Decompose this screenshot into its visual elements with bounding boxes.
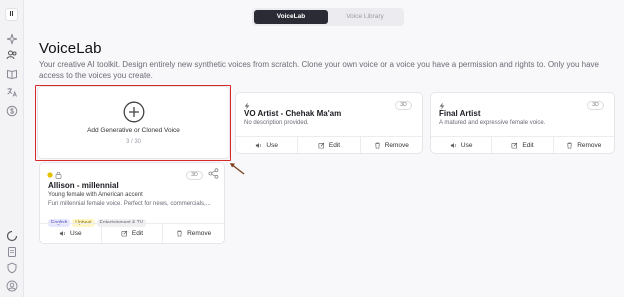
edit-label: Edit — [328, 141, 341, 149]
app-logo[interactable]: II — [5, 8, 18, 21]
use-button[interactable]: Use — [236, 137, 299, 153]
edit-button[interactable]: Edit — [492, 137, 554, 153]
shield-icon[interactable] — [6, 262, 18, 274]
tab-voicelab[interactable]: VoiceLab — [254, 10, 328, 24]
use-button[interactable]: Use — [431, 137, 493, 153]
edit-button[interactable]: Edit — [102, 224, 164, 243]
remove-label: Remove — [384, 141, 409, 149]
dollar-icon[interactable] — [6, 105, 18, 117]
use-label: Use — [70, 230, 82, 237]
use-label: Use — [266, 141, 278, 149]
book-icon[interactable] — [6, 68, 18, 80]
remove-button[interactable]: Remove — [163, 224, 224, 243]
voice-actions: Use Edit Remove — [431, 136, 614, 153]
trash-icon — [177, 230, 182, 237]
voice-card: 3D VO Artist - Chehak Ma'am No descripti… — [235, 92, 423, 154]
speaker-icon — [59, 231, 65, 236]
remove-label: Remove — [187, 230, 212, 237]
translate-icon[interactable] — [6, 86, 18, 98]
voice-name: VO Artist - Chehak Ma'am — [244, 109, 342, 118]
sparkle-icon[interactable] — [6, 33, 18, 45]
voice-description: Fun millennial female voice. Perfect for… — [48, 201, 211, 207]
badge-3d: 3D — [395, 101, 412, 110]
edit-icon — [121, 230, 128, 237]
edit-label: Edit — [131, 230, 144, 237]
edit-button[interactable]: Edit — [298, 137, 361, 153]
voice-name: Final Artist — [439, 109, 481, 118]
tab-voice-library[interactable]: Voice Library — [328, 10, 402, 24]
page-description: Your creative AI toolkit. Design entirel… — [39, 60, 599, 80]
voice-card: 3D Allison - millennial Young female wit… — [39, 162, 225, 244]
voices-icon[interactable] — [6, 49, 18, 61]
voice-name: Allison - millennial — [48, 181, 119, 190]
trash-icon — [567, 142, 573, 148]
remove-button[interactable]: Remove — [361, 137, 422, 153]
add-voice-label: Add Generative or Cloned Voice — [87, 127, 180, 134]
tab-switcher: VoiceLab Voice Library — [252, 8, 404, 26]
speaker-icon — [450, 142, 456, 148]
voice-count: 3 / 30 — [125, 139, 141, 145]
trash-icon — [374, 142, 380, 148]
user-icon[interactable] — [6, 280, 18, 292]
add-voice-card[interactable]: Add Generative or Cloned Voice 3 / 30 — [37, 86, 230, 159]
remove-label: Remove — [577, 141, 602, 149]
badge-3d: 3D — [186, 171, 203, 180]
voice-actions: Use Edit Remove — [40, 223, 224, 243]
edit-label: Edit — [522, 141, 534, 149]
status-dot-icon — [47, 172, 53, 178]
voice-subtitle: Young female with American accent — [48, 192, 143, 198]
sidebar: II — [0, 0, 24, 297]
remove-button[interactable]: Remove — [554, 137, 614, 153]
voice-description: A matured and expressive female voice. — [439, 120, 546, 126]
edit-icon — [511, 142, 518, 148]
loading-icon — [6, 230, 18, 242]
add-circle-icon — [123, 101, 144, 123]
badge-3d: 3D — [587, 101, 604, 110]
voice-description: No description provided. — [244, 120, 309, 126]
document-icon[interactable] — [6, 246, 18, 258]
lock-icon — [55, 171, 62, 179]
edit-icon — [318, 142, 325, 148]
voice-card: 3D Final Artist A matured and expressive… — [430, 92, 615, 154]
speaker-icon — [256, 142, 262, 148]
use-label: Use — [460, 141, 473, 149]
share-icon[interactable] — [208, 168, 219, 179]
use-button[interactable]: Use — [40, 224, 102, 243]
voice-actions: Use Edit Remove — [236, 136, 422, 153]
annotation-arrow-icon — [230, 163, 245, 175]
page-title: VoiceLab — [39, 40, 102, 57]
